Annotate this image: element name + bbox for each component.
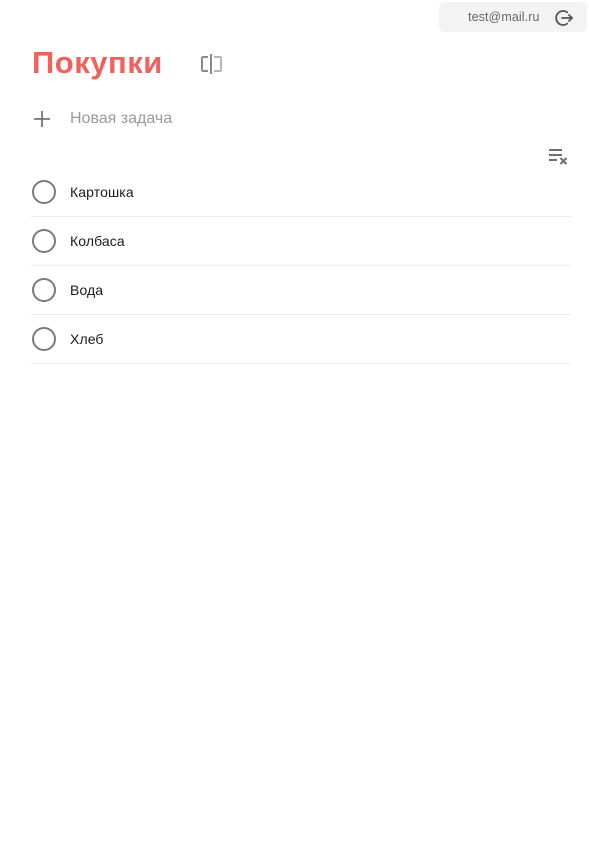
- task-item: Колбаса: [31, 217, 571, 266]
- app-page: test@mail.ru Покупки Новая задача Картош…: [0, 0, 589, 862]
- clear-list-icon: [549, 149, 568, 165]
- clear-completed-button[interactable]: [547, 146, 569, 166]
- rename-icon: [201, 54, 222, 74]
- add-task-button[interactable]: [32, 109, 52, 129]
- task-label[interactable]: Вода: [70, 282, 103, 298]
- rename-list-button[interactable]: [199, 52, 225, 76]
- new-task-row: [32, 107, 572, 133]
- task-label[interactable]: Хлеб: [70, 331, 104, 347]
- task-item: Вода: [31, 266, 571, 315]
- list-title: Покупки: [32, 45, 163, 80]
- new-task-input[interactable]: [70, 108, 550, 130]
- account-email: test@mail.ru: [468, 10, 540, 24]
- task-checkbox[interactable]: [32, 327, 56, 351]
- task-list: Картошка Колбаса Вода Хлеб: [31, 168, 571, 364]
- logout-icon: [555, 10, 573, 26]
- task-checkbox[interactable]: [32, 229, 56, 253]
- task-checkbox[interactable]: [32, 278, 56, 302]
- task-item: Картошка: [31, 168, 571, 217]
- task-checkbox[interactable]: [32, 180, 56, 204]
- account-panel: test@mail.ru: [439, 2, 587, 32]
- plus-icon: [34, 111, 50, 127]
- task-label[interactable]: Колбаса: [70, 233, 125, 249]
- task-item: Хлеб: [31, 315, 571, 364]
- task-label[interactable]: Картошка: [70, 184, 134, 200]
- logout-button[interactable]: [554, 8, 574, 28]
